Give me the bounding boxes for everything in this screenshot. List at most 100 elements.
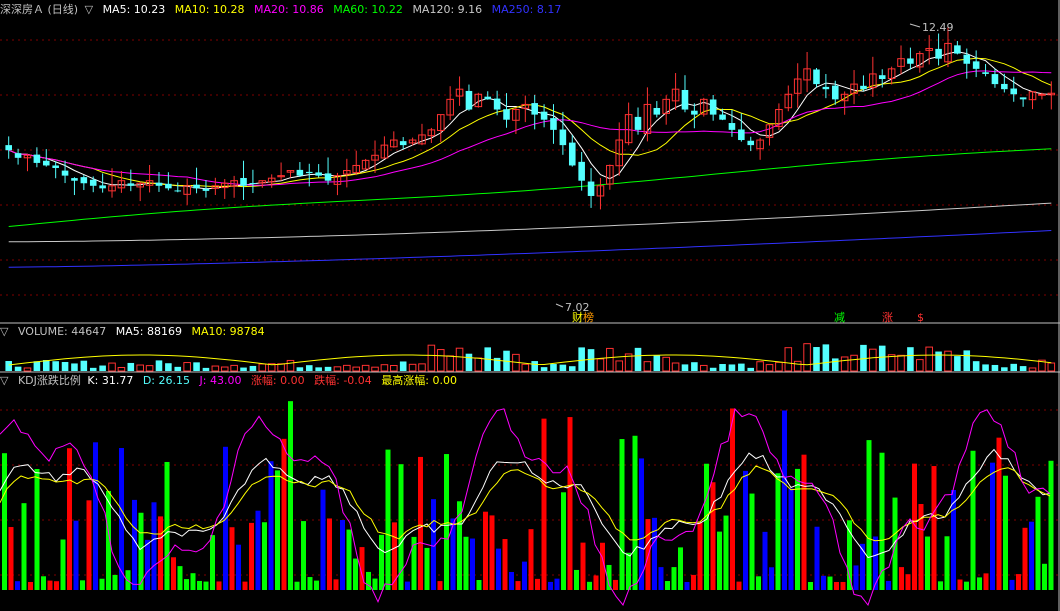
kdj-bar: [47, 580, 53, 590]
volume-bar: [643, 361, 652, 372]
kdj-bar: [444, 454, 449, 590]
volume-bar: [127, 362, 135, 371]
ma20-line: [8, 70, 1052, 186]
volume-bar: [1010, 363, 1018, 371]
kdj-bar: [580, 542, 586, 590]
candle-body-down: [465, 90, 473, 110]
chevron-down-icon[interactable]: ▽: [85, 3, 93, 16]
event-marker-bang: 榜: [583, 310, 594, 324]
volume-bar: [793, 360, 802, 372]
volume-bar: [61, 361, 69, 371]
kdj-j-label: J: 43.00: [199, 374, 242, 387]
volume-bar: [474, 357, 483, 372]
kdj-bar: [717, 531, 722, 590]
kdj-bar: [645, 519, 651, 590]
kdj-bar: [756, 576, 761, 590]
kdj-bar: [730, 408, 735, 590]
kdj-bar: [1022, 527, 1028, 590]
candle-body-down: [860, 85, 867, 90]
volume-bar: [42, 360, 50, 371]
volume-bar: [1047, 362, 1056, 372]
kdj-bar: [171, 557, 176, 590]
candle-body-down: [249, 183, 257, 185]
candle-body-down: [493, 98, 501, 110]
candle-body-up: [1038, 93, 1046, 96]
kdj-bar: [860, 543, 865, 590]
price-candles: [5, 27, 1056, 210]
kdj-bar: [853, 565, 859, 590]
kdj-bar: [424, 547, 430, 590]
candle-body-down: [972, 61, 980, 69]
volume-bar: [822, 344, 830, 371]
kdj-bar: [86, 500, 92, 590]
kdj-bar: [483, 511, 488, 590]
volume-panel-header: ▽ VOLUME: 44647 MA5: 88169 MA10: 98784: [0, 325, 271, 339]
volume-bar: [559, 364, 567, 371]
volume-bar: [963, 350, 971, 371]
volume-bar: [193, 362, 200, 371]
kdj-bar: [977, 577, 982, 590]
kdj-bar: [67, 448, 72, 590]
chevron-down-icon[interactable]: ▽: [0, 374, 8, 387]
volume-bar: [315, 367, 322, 371]
volume-ma10-label: MA10: 98784: [191, 325, 265, 338]
kdj-bar: [489, 515, 495, 590]
candle-body-down: [681, 89, 689, 110]
volume-bar: [747, 367, 755, 371]
price-grid: [0, 39, 1058, 296]
candle-body-down: [578, 161, 585, 181]
volume-bar: [324, 366, 332, 371]
volume-bar: [540, 367, 548, 371]
kdj-bar: [418, 456, 423, 590]
kdj-bar: [762, 531, 768, 590]
ma5-label: MA5: 10.23: [102, 3, 166, 16]
candle-body-down: [587, 181, 595, 196]
kdj-bar: [567, 417, 573, 590]
chevron-down-icon[interactable]: ▽: [0, 325, 8, 338]
volume-bar: [343, 364, 351, 372]
price-panel-header: 深深房Ａ (日线) ▽ MA5: 10.23 MA10: 10.28 MA20:…: [0, 3, 567, 17]
volume-bar: [850, 354, 858, 372]
kdj-bar: [840, 581, 846, 590]
kdj-bar: [801, 454, 807, 590]
kdj-k-label: K: 31.77: [87, 374, 134, 387]
volume-bar: [568, 366, 576, 371]
volume-bar: [765, 364, 774, 372]
kdj-bar: [15, 581, 20, 590]
kdj-bar: [691, 574, 696, 590]
kdj-rise-label: 涨幅: 0.00: [250, 374, 305, 387]
candle-body-down: [1019, 97, 1027, 100]
volume-bar: [719, 364, 726, 371]
candle-body-down: [1001, 83, 1008, 90]
kdj-bar: [522, 561, 527, 590]
volume-bar: [380, 364, 389, 372]
kdj-bar: [710, 482, 716, 590]
kdj-bar: [392, 522, 397, 590]
volume-bar: [80, 360, 88, 371]
volume-bar: [5, 361, 12, 371]
volume-bar: [869, 348, 877, 372]
kdj-bar: [619, 439, 625, 590]
kdj-bar: [268, 461, 274, 590]
kdj-bar: [1048, 460, 1054, 590]
candle-body-down: [71, 178, 78, 181]
volume-bar: [860, 344, 867, 371]
candle-body-down: [559, 129, 567, 146]
candle-body-down: [935, 48, 942, 59]
kdj-bar: [249, 522, 254, 590]
candle-body-down: [484, 96, 492, 100]
volume-bar: [71, 363, 78, 371]
kdj-bar: [262, 522, 267, 590]
kdj-bar: [541, 418, 547, 590]
volume-bar: [286, 359, 295, 372]
volume-bar: [230, 364, 238, 372]
kdj-bar: [990, 462, 995, 590]
kdj-bar: [21, 503, 27, 590]
kdj-bar: [769, 567, 774, 590]
kdj-bar: [938, 581, 943, 590]
volume-bar: [52, 361, 59, 371]
ma120-line: [8, 202, 1052, 243]
volume-bar: [33, 361, 41, 371]
kdj-bar: [2, 453, 7, 590]
ma250-label: MA250: 8.17: [491, 3, 562, 16]
